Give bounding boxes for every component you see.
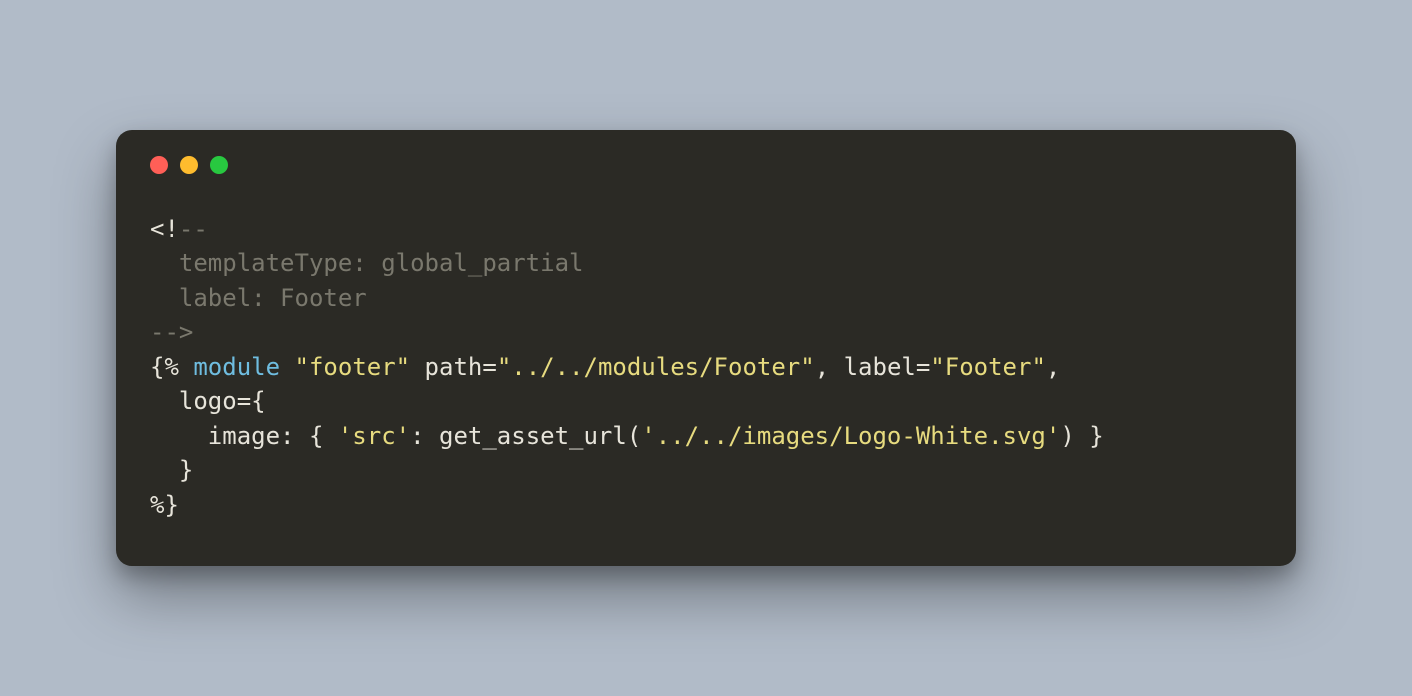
code-token: logo={ [150, 387, 266, 415]
code-token: "footer" [295, 353, 411, 381]
code-token: '../../images/Logo-White.svg' [641, 422, 1060, 450]
code-token: %} [150, 491, 179, 519]
code-window: <!-- templateType: global_partial label:… [116, 130, 1296, 567]
code-token: "../../modules/Footer" [497, 353, 815, 381]
code-block: <!-- templateType: global_partial label:… [150, 212, 1262, 523]
code-token: label: Footer [150, 284, 367, 312]
code-token: module [193, 353, 280, 381]
code-token: : get_asset_url( [410, 422, 641, 450]
code-token: } [150, 456, 193, 484]
code-token: {% [150, 353, 193, 381]
code-token: <! [150, 215, 179, 243]
code-token: templateType: global_partial [150, 249, 583, 277]
code-token: -- [179, 215, 208, 243]
close-icon[interactable] [150, 156, 168, 174]
code-token: "Footer" [930, 353, 1046, 381]
code-token: image: { [150, 422, 338, 450]
code-token: --> [150, 318, 193, 346]
maximize-icon[interactable] [210, 156, 228, 174]
code-token: ) } [1060, 422, 1103, 450]
code-token: 'src' [338, 422, 410, 450]
code-token: , [1046, 353, 1060, 381]
code-token: path= [410, 353, 497, 381]
code-token [280, 353, 294, 381]
window-traffic-lights [150, 156, 1262, 174]
minimize-icon[interactable] [180, 156, 198, 174]
code-token: , label= [815, 353, 931, 381]
